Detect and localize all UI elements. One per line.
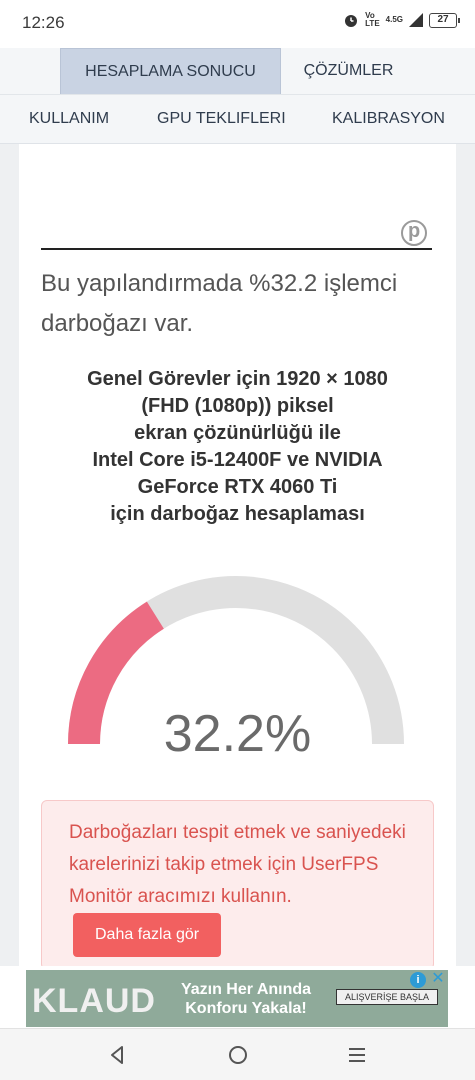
ad-slogan: Yazın Her Anında Konforu Yakala! xyxy=(180,981,312,1017)
ad-logo: KLAUD xyxy=(32,982,156,1020)
tip-text: Darboğazları tespit etmek ve saniyedeki … xyxy=(69,817,419,957)
calculation-title: Genel Görevler için 1920 × 1080 (FHD (10… xyxy=(87,368,388,525)
ad-cta-button[interactable]: ALIŞVERİŞE BAŞLA xyxy=(336,989,439,1005)
battery-icon: 27 xyxy=(429,12,460,28)
status-icons: Vo LTE 4.5G 27 xyxy=(343,11,460,28)
see-more-button[interactable]: Daha fazla gör xyxy=(73,913,222,957)
bottleneck-percent: %32.2 xyxy=(249,270,318,297)
divider xyxy=(41,248,432,250)
home-icon[interactable] xyxy=(226,1043,250,1067)
ad-info-icon[interactable]: i xyxy=(410,972,426,988)
userfps-tip: Darboğazları tespit etmek ve saniyedeki … xyxy=(41,800,434,970)
ad-banner[interactable]: KLAUD Yazın Her Anında Konforu Yakala! A… xyxy=(26,970,448,1027)
gauge-value: 32.2% xyxy=(163,705,312,763)
status-bar: 12:26 Vo LTE 4.5G 27 xyxy=(0,0,475,48)
tab-row-secondary: KULLANIM GPU TEKLIFLERI KALIBRASYON xyxy=(0,94,475,142)
status-time: 12:26 xyxy=(22,13,65,32)
network-gen-label: 4.5G xyxy=(385,15,403,24)
tab-calibration[interactable]: KALIBRASYON xyxy=(332,95,445,143)
p-logo-icon[interactable] xyxy=(401,220,427,246)
tab-gpu-offers[interactable]: GPU TEKLIFLERI xyxy=(157,95,286,143)
alarm-icon xyxy=(345,15,358,27)
system-navigation-bar xyxy=(0,1028,475,1080)
back-icon[interactable] xyxy=(105,1043,129,1067)
tab-usage[interactable]: KULLANIM xyxy=(29,95,109,143)
tab-row-primary: HESAPLAMA SONUCU ÇÖZÜMLER xyxy=(0,48,475,96)
tab-solutions[interactable]: ÇÖZÜMLER xyxy=(281,48,416,94)
recent-apps-icon[interactable] xyxy=(345,1043,369,1067)
bottleneck-summary: Bu yapılandırmada %32.2 işlemci darboğaz… xyxy=(41,270,398,337)
result-card: Bu yapılandırmada %32.2 işlemci darboğaz… xyxy=(19,144,456,970)
tab-navigation: HESAPLAMA SONUCU ÇÖZÜMLER KULLANIM GPU T… xyxy=(0,48,475,144)
ad-bar: KLAUD Yazın Her Anında Konforu Yakala! A… xyxy=(0,966,475,1028)
network-label: Vo LTE xyxy=(365,11,380,28)
tab-calculation-result[interactable]: HESAPLAMA SONUCU xyxy=(60,48,281,94)
ad-close-icon[interactable]: ✕ xyxy=(430,971,446,988)
bottleneck-term: darboğazı xyxy=(41,310,148,337)
signal-icon xyxy=(409,13,423,27)
